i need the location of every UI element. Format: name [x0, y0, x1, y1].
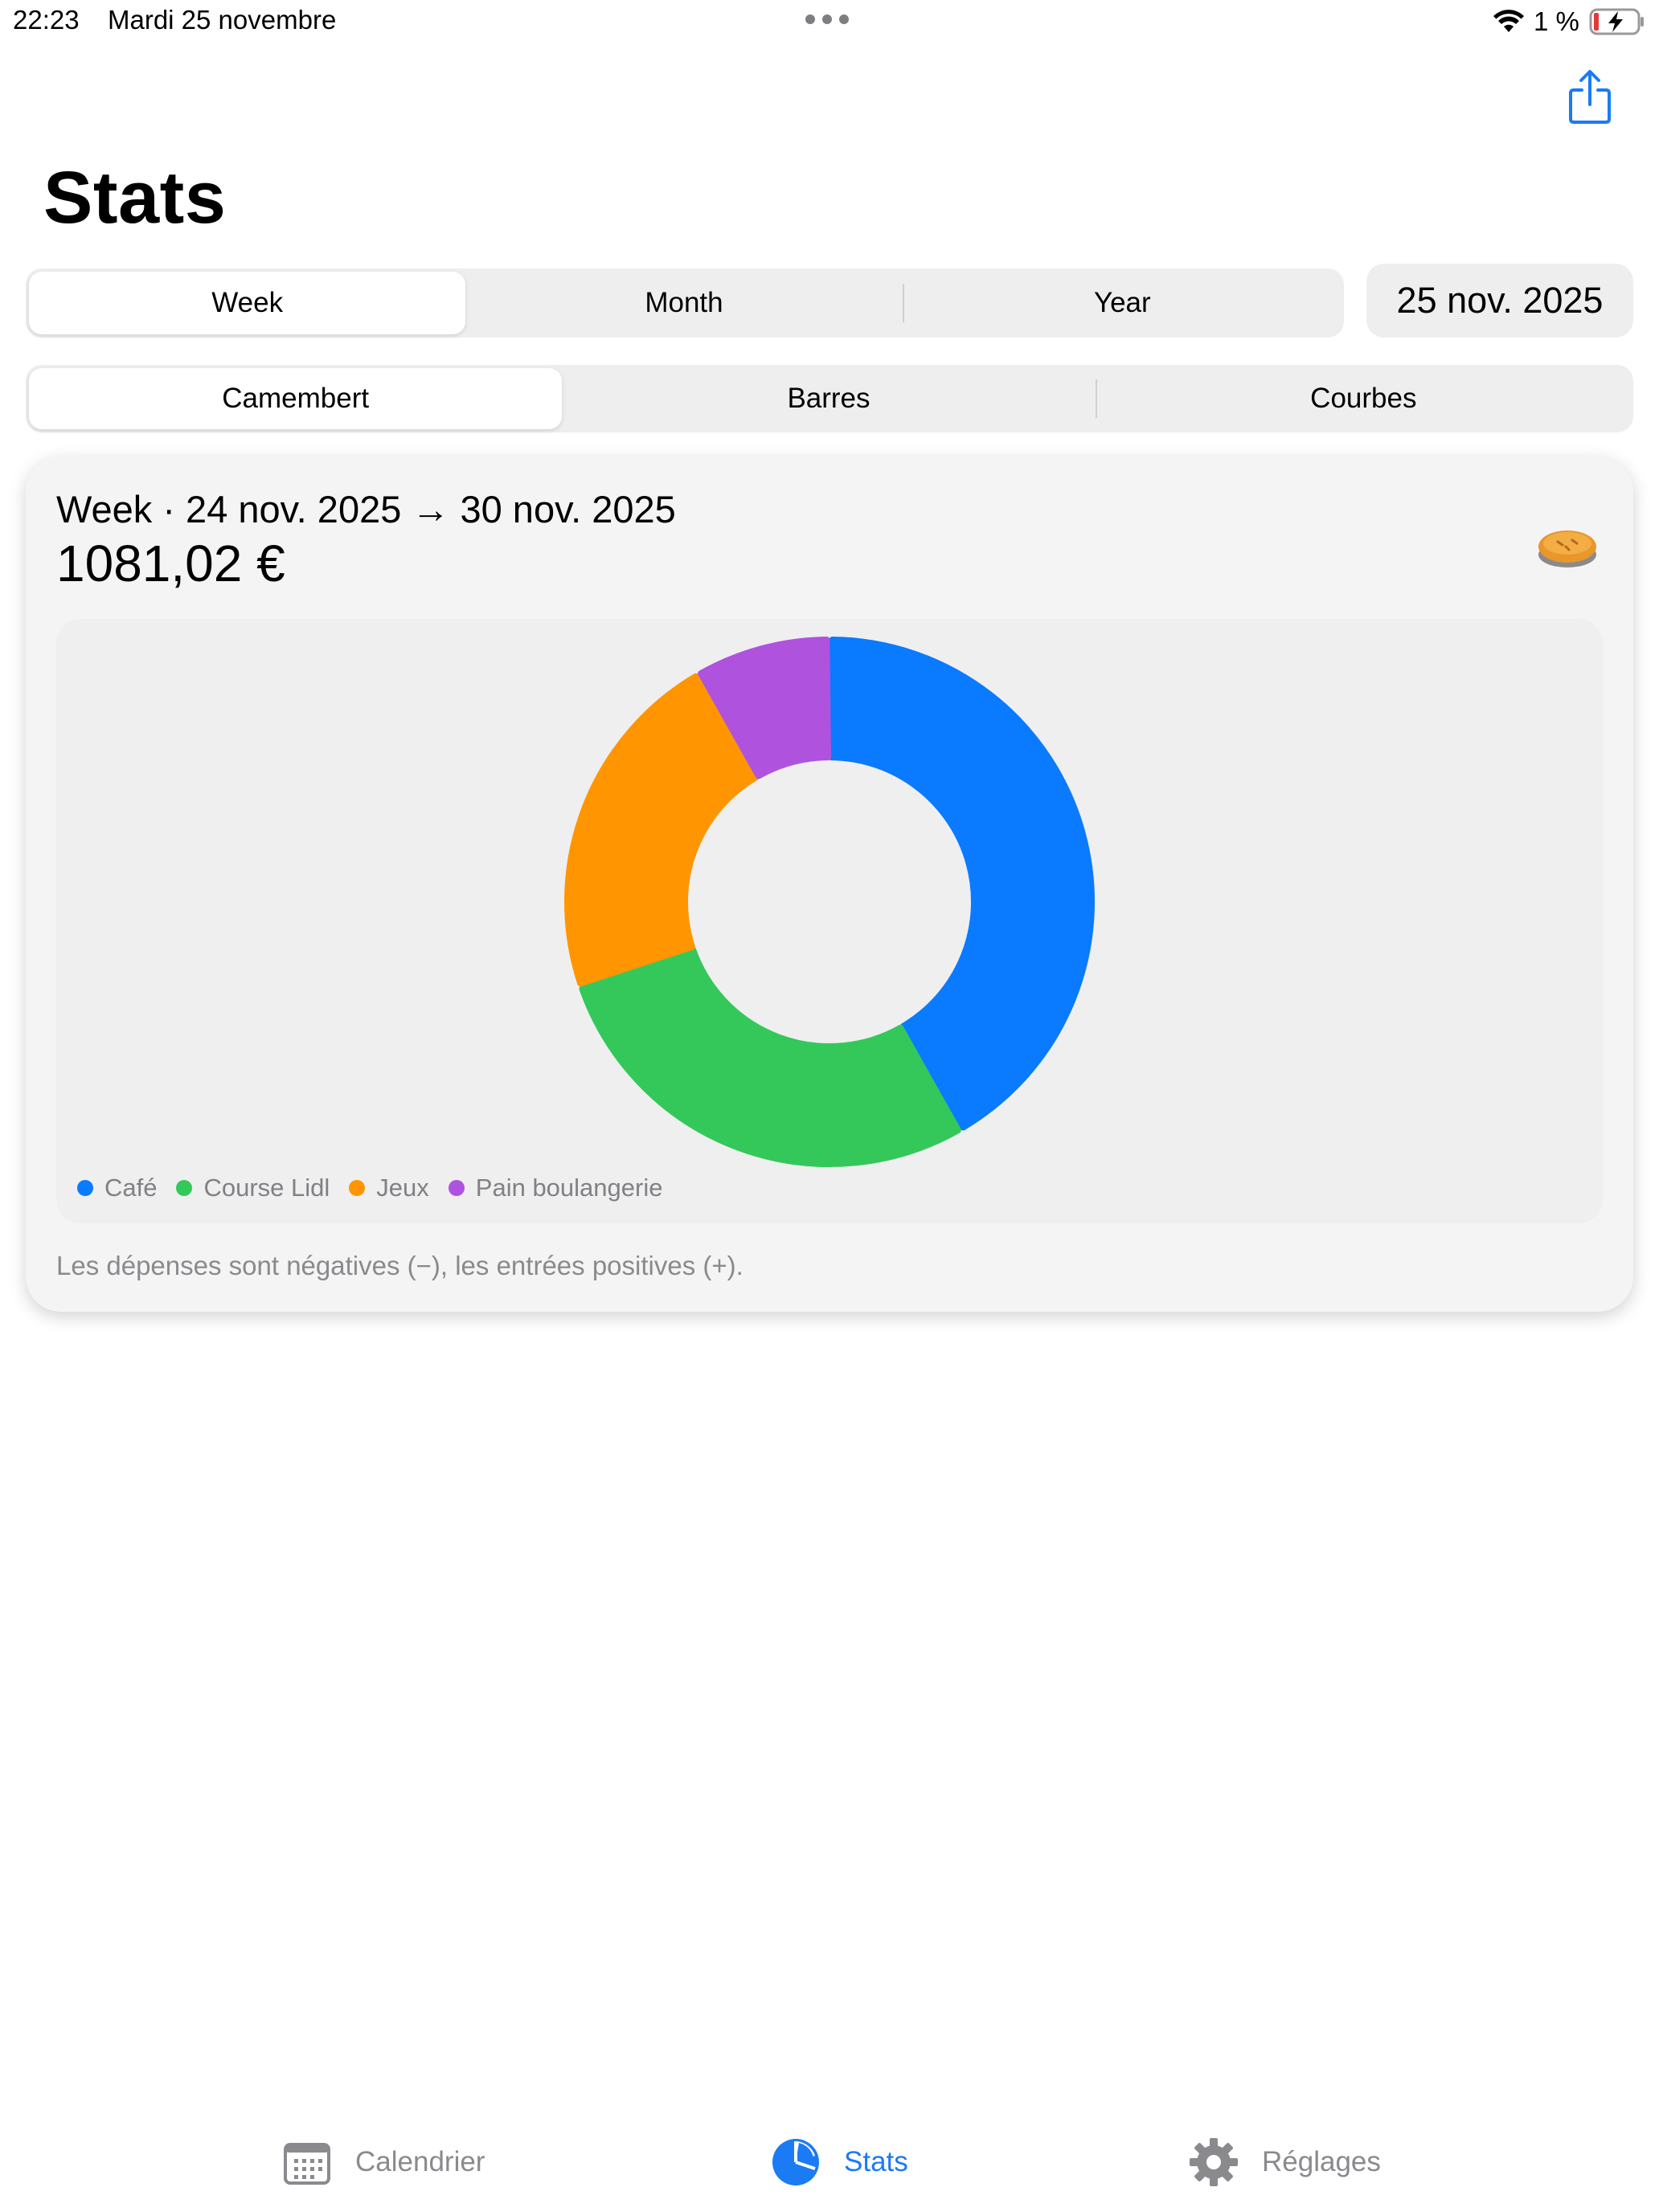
card-footnote: Les dépenses sont négatives (−), les ent… [56, 1251, 743, 1280]
segment-month[interactable]: Month [465, 272, 902, 334]
tab-stats[interactable]: Stats [772, 2122, 908, 2202]
chart-type-segmented-control: Camembert Barres Courbes [26, 365, 1633, 432]
status-indicators: 1 % [1493, 6, 1645, 37]
wifi-icon [1493, 10, 1524, 32]
page-title: Stats [43, 157, 227, 239]
tab-label: Calendrier [355, 2146, 485, 2177]
calendar-icon [284, 2143, 330, 2185]
tab-calendrier[interactable]: Calendrier [283, 2122, 485, 2202]
segment-camembert[interactable]: Camembert [29, 368, 563, 429]
legend-dot [176, 1180, 193, 1196]
tab-label: Réglages [1262, 2146, 1381, 2177]
legend-item: Jeux [349, 1174, 429, 1202]
tab-reglages[interactable]: Réglages [1190, 2122, 1381, 2202]
status-time: 22:23 [13, 5, 80, 35]
segment-barres[interactable]: Barres [562, 368, 1095, 429]
battery-percentage: 1 % [1534, 6, 1579, 36]
legend-dot [77, 1180, 93, 1196]
legend-dot [448, 1180, 465, 1196]
status-date: Mardi 25 novembre [108, 5, 337, 35]
period-segmented-control: Week Month Year [26, 268, 1344, 338]
tab-bar: Calendrier Stats Réglages [0, 2122, 1659, 2202]
date-picker-button[interactable]: 25 nov. 2025 [1366, 264, 1633, 338]
chart-legend: Café Course Lidl Jeux Pain boulangerie [77, 1174, 682, 1202]
multitasking-dots-icon[interactable] [805, 14, 849, 24]
share-button[interactable] [1567, 68, 1612, 125]
donut-chart [564, 637, 1095, 1167]
card-total-amount: 1081,02 € [56, 535, 285, 592]
legend-label: Course Lidl [203, 1174, 330, 1202]
card-period-label: Week · 24 nov. 2025 → 30 nov. 2025 [56, 488, 676, 530]
pie-emoji-icon [1535, 522, 1600, 571]
segment-courbes[interactable]: Courbes [1097, 368, 1630, 429]
legend-dot [349, 1180, 366, 1196]
donut-slice-course-lidl[interactable] [579, 946, 961, 1167]
pie-chart-icon [772, 2139, 819, 2185]
tab-label: Stats [844, 2146, 908, 2177]
segment-year[interactable]: Year [904, 272, 1341, 334]
legend-item: Café [77, 1174, 157, 1202]
legend-item: Course Lidl [176, 1174, 330, 1202]
gear-icon [1190, 2138, 1238, 2186]
legend-label: Pain boulangerie [475, 1174, 663, 1202]
legend-label: Jeux [376, 1174, 429, 1202]
legend-label: Café [104, 1174, 158, 1202]
legend-item: Pain boulangerie [448, 1174, 663, 1202]
battery-charging-icon [1589, 8, 1644, 35]
segment-week[interactable]: Week [29, 272, 466, 334]
chart-area [56, 619, 1603, 1223]
share-icon [1569, 70, 1611, 124]
